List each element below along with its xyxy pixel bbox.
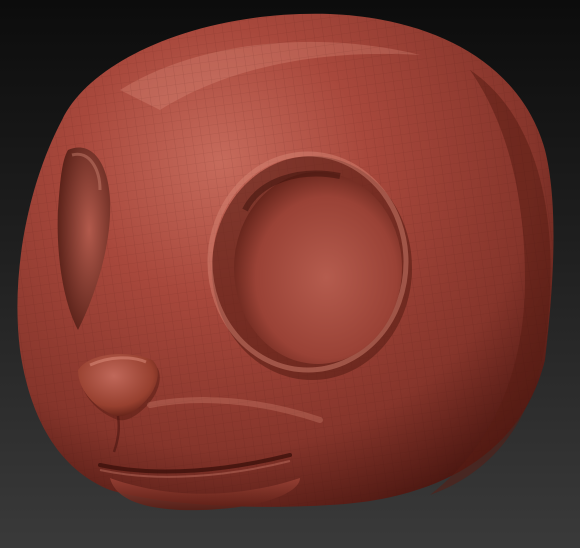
sculpt-model <box>17 13 554 511</box>
sculpt-viewport[interactable] <box>0 0 580 548</box>
